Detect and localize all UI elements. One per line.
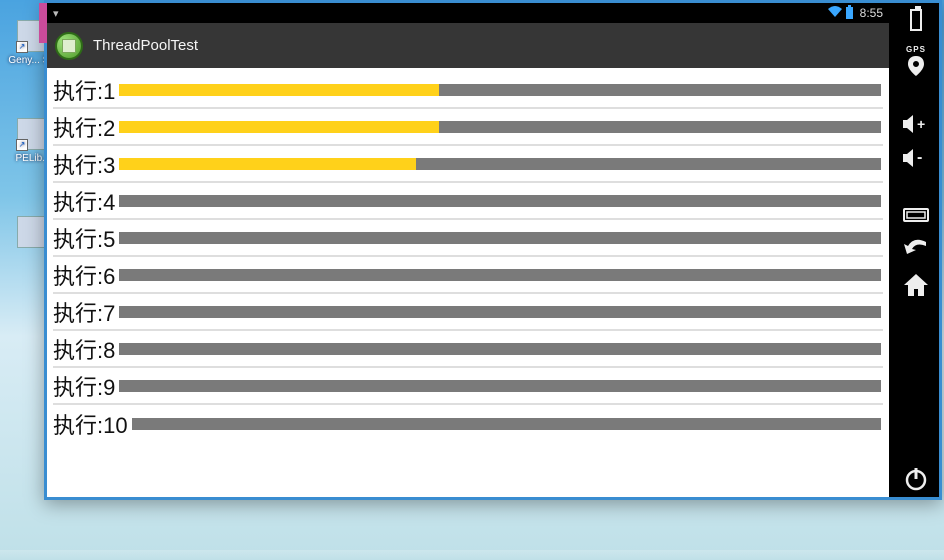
app-title: ThreadPoolTest <box>93 37 198 54</box>
gps-pin-icon <box>908 56 924 76</box>
task-row: 执行:6 <box>53 257 883 294</box>
task-row: 执行:3 <box>53 146 883 183</box>
gps-button[interactable]: GPS <box>901 45 931 76</box>
power-icon <box>904 467 928 491</box>
task-progress-bar <box>119 343 881 355</box>
task-row: 执行:4 <box>53 183 883 220</box>
task-progress-bar <box>119 158 881 170</box>
task-label: 执行:8 <box>53 333 117 365</box>
battery-icon <box>846 7 853 19</box>
task-row: 执行:10 <box>53 405 883 442</box>
power-button[interactable] <box>901 467 931 491</box>
task-progress-fill <box>119 158 416 170</box>
task-row: 执行:7 <box>53 294 883 331</box>
task-row: 执行:1 <box>53 72 883 109</box>
battery-button[interactable] <box>901 9 931 31</box>
emulator-window: ▾ 8:55 ThreadPoolTest 执行:1执行:2执行:3执行:4执行… <box>44 0 942 500</box>
home-icon <box>904 274 928 296</box>
task-progress-bar <box>132 418 881 430</box>
task-label: 执行:4 <box>53 185 117 217</box>
window-accent-edge <box>39 3 47 43</box>
signal-icon: ▾ <box>53 7 59 20</box>
wifi-icon <box>828 6 842 20</box>
volume-up-icon: + <box>903 114 929 134</box>
svg-text:+: + <box>917 116 925 132</box>
rotate-icon <box>903 206 929 224</box>
task-label: 执行:9 <box>53 370 117 402</box>
task-row: 执行:9 <box>53 368 883 405</box>
emulator-sidebar: GPS + - <box>893 3 939 497</box>
task-row: 执行:2 <box>53 109 883 146</box>
task-label: 执行:6 <box>53 259 117 291</box>
android-status-bar[interactable]: ▾ 8:55 <box>47 3 889 23</box>
home-button[interactable] <box>901 274 931 296</box>
task-progress-bar <box>119 306 881 318</box>
task-progress-fill <box>119 84 439 96</box>
task-label: 执行:10 <box>53 408 130 440</box>
task-progress-bar <box>119 232 881 244</box>
back-icon <box>904 238 928 260</box>
task-label: 执行:1 <box>53 74 117 106</box>
task-progress-bar <box>119 195 881 207</box>
task-row: 执行:5 <box>53 220 883 257</box>
task-progress-bar <box>119 380 881 392</box>
svg-text:-: - <box>917 149 922 166</box>
task-progress-bar <box>119 121 881 133</box>
task-progress-bar <box>119 84 881 96</box>
task-label: 执行:7 <box>53 296 117 328</box>
status-clock: 8:55 <box>860 6 883 20</box>
rotate-button[interactable] <box>901 206 931 224</box>
host-taskbar-edge <box>0 550 944 560</box>
volume-down-button[interactable]: - <box>901 148 931 168</box>
volume-down-icon: - <box>903 148 929 168</box>
task-row: 执行:8 <box>53 331 883 368</box>
task-progress-bar <box>119 269 881 281</box>
action-bar: ThreadPoolTest <box>47 23 889 68</box>
task-label: 执行:3 <box>53 148 117 180</box>
task-label: 执行:5 <box>53 222 117 254</box>
back-button[interactable] <box>901 238 931 260</box>
task-list[interactable]: 执行:1 执行:2 执行:3 执行:4 执行:5 执行:6 执行:7 执行:8 执行:9 执行:1… <box>47 68 889 497</box>
volume-up-button[interactable]: + <box>901 114 931 134</box>
device-screen: ▾ 8:55 ThreadPoolTest 执行:1执行:2执行:3执行:4执行… <box>47 3 893 497</box>
app-icon[interactable] <box>55 32 83 60</box>
task-progress-fill <box>119 121 439 133</box>
task-label: 执行:2 <box>53 111 117 143</box>
